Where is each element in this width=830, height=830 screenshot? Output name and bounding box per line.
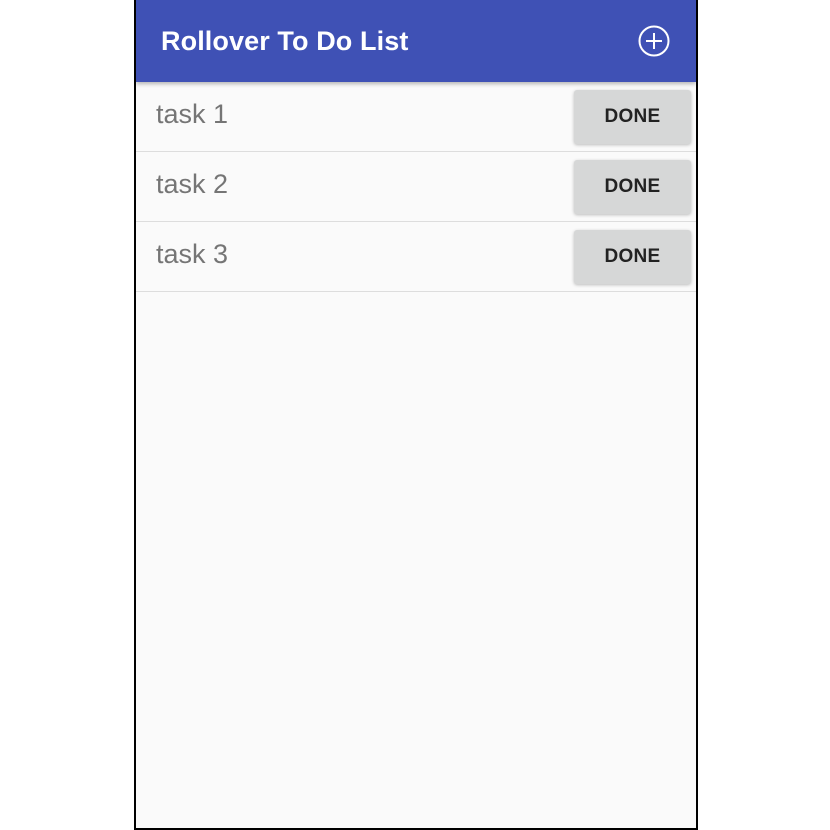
done-button[interactable]: DONE xyxy=(574,90,691,144)
app-screen: Rollover To Do List task 1 DONE task 2 D… xyxy=(134,0,698,830)
task-name: task 1 xyxy=(156,99,229,129)
app-title: Rollover To Do List xyxy=(161,25,409,56)
task-row: task 1 DONE xyxy=(136,82,696,152)
task-row: task 2 DONE xyxy=(136,152,696,222)
app-bar: Rollover To Do List xyxy=(136,0,696,82)
task-row: task 3 DONE xyxy=(136,222,696,292)
task-name: task 2 xyxy=(156,169,229,199)
done-button[interactable]: DONE xyxy=(574,160,691,214)
add-circle-icon xyxy=(638,25,670,57)
task-list: task 1 DONE task 2 DONE task 3 DONE xyxy=(136,82,696,292)
done-button[interactable]: DONE xyxy=(574,230,691,284)
task-name: task 3 xyxy=(156,239,229,269)
add-task-button[interactable] xyxy=(636,23,672,59)
